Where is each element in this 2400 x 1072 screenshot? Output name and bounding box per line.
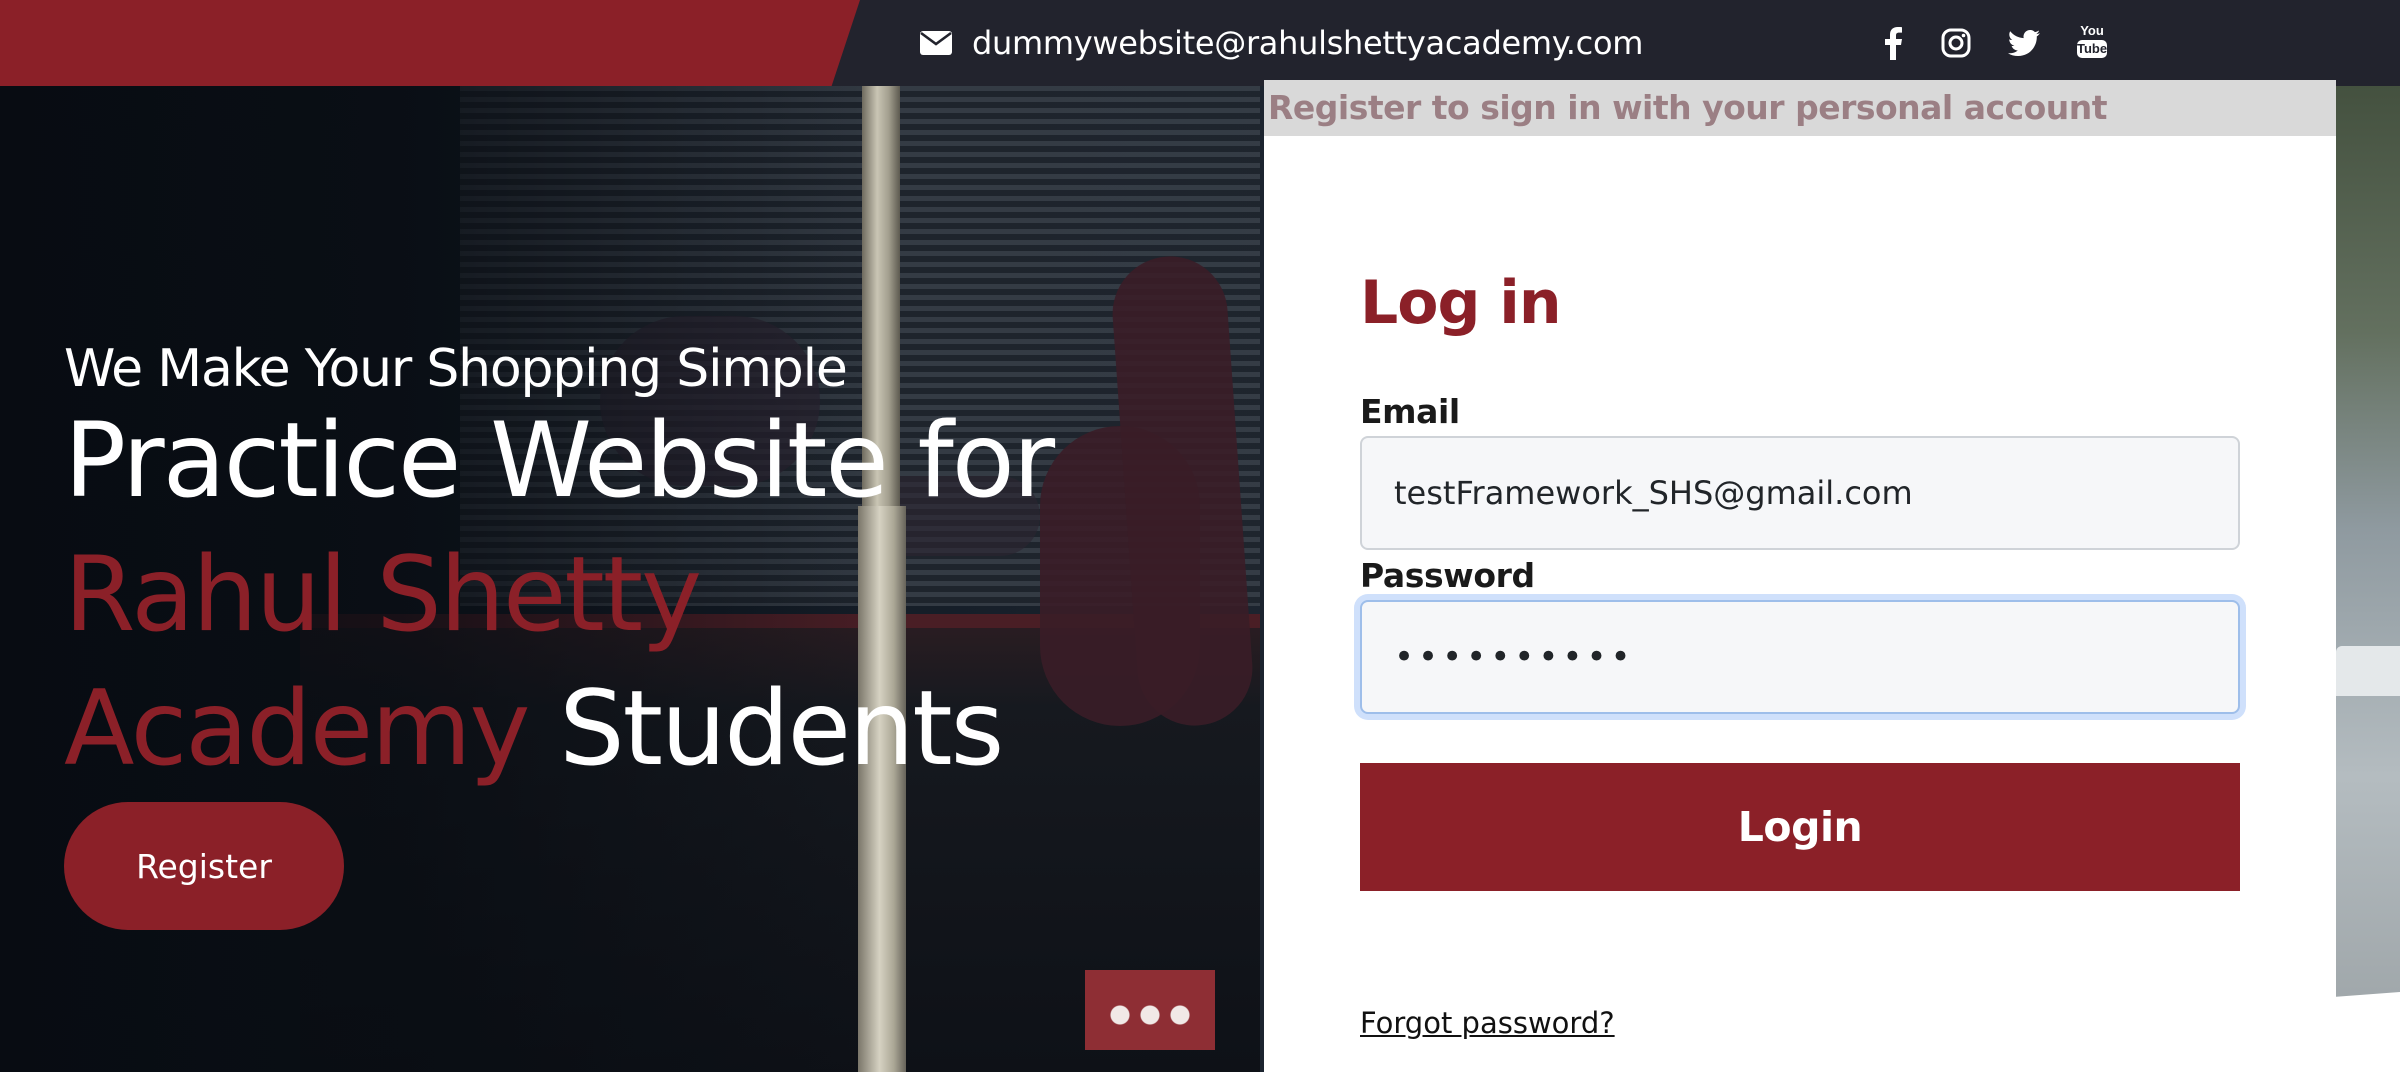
background-red-box: [1085, 970, 1215, 1050]
hero-headline-line-2: Rahul Shetty: [64, 535, 702, 655]
contact-email-text: dummywebsite@rahulshettyacademy.com: [972, 24, 1644, 62]
login-button[interactable]: Login: [1360, 763, 2240, 891]
twitter-link[interactable]: [2006, 22, 2042, 64]
email-field[interactable]: [1360, 436, 2240, 550]
youtube-icon-bottom: Tube: [2077, 40, 2108, 58]
contact-email: dummywebsite@rahulshettyacademy.com: [920, 22, 1643, 64]
hero-headline-line-3: Academy Students: [64, 662, 1244, 796]
facebook-icon: [1885, 27, 1902, 60]
hero-headline-line-1: Practice Website for: [64, 401, 1055, 521]
background-car: [2336, 646, 2400, 696]
hero-headline-students: Students: [559, 669, 1004, 789]
youtube-icon-top: You: [2080, 23, 2104, 38]
hero-text: We Make Your Shopping Simple Practice We…: [64, 338, 1244, 796]
hero-tagline: We Make Your Shopping Simple: [64, 339, 848, 399]
facebook-link[interactable]: [1876, 22, 1910, 64]
password-label: Password: [1360, 556, 1535, 595]
login-panel: Register to sign in with your personal a…: [1264, 80, 2336, 1072]
hero-headline: Practice Website for Rahul Shetty Academ…: [64, 394, 1244, 796]
email-label: Email: [1360, 392, 1460, 431]
password-field[interactable]: [1360, 600, 2240, 714]
youtube-link[interactable]: You Tube: [2074, 22, 2110, 64]
top-bar-red-accent: [0, 0, 860, 86]
instagram-icon: [1941, 28, 1971, 58]
register-button[interactable]: Register: [64, 802, 344, 930]
login-title: Log in: [1360, 268, 1562, 338]
top-bar: dummywebsite@rahulshettyacademy.com You …: [0, 0, 2400, 86]
forgot-password-link[interactable]: Forgot password?: [1360, 1006, 1615, 1040]
hero-headline-academy: Academy: [64, 669, 530, 789]
twitter-icon: [2008, 30, 2040, 56]
envelope-icon: [920, 31, 952, 55]
instagram-link[interactable]: [1939, 22, 1973, 64]
youtube-icon: You Tube: [2077, 24, 2107, 62]
register-banner: Register to sign in with your personal a…: [1264, 80, 2336, 136]
